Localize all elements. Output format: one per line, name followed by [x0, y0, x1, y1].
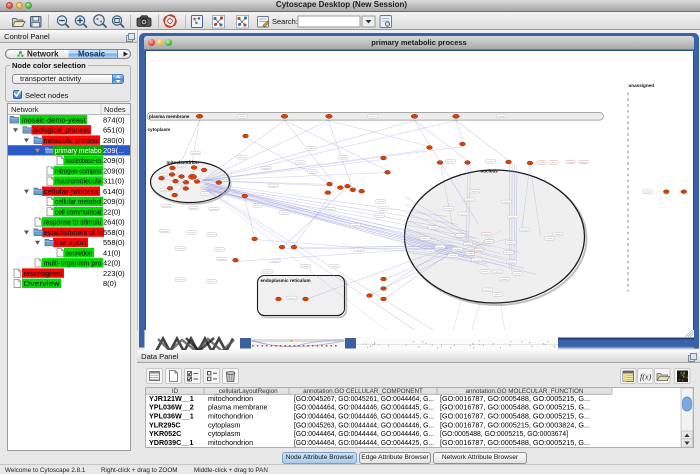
svg-text:209(...: 209(... — [103, 146, 124, 155]
svg-text:8(0): 8(0) — [103, 279, 117, 288]
svg-text:macromolecule: macromolecule — [55, 176, 102, 185]
svg-text:614(0): 614(0) — [103, 186, 125, 195]
svg-text:[GO:0044464, GO:0044446, GO:00: [GO:0044464, GO:0044446, GO:0044445, G..… — [294, 403, 434, 412]
svg-text:unassigned: unassigned — [628, 83, 654, 88]
svg-text:[GO:0045263, GO:0044444, GO:00: [GO:0045263, GO:0044444, GO:0044446, G..… — [294, 420, 434, 429]
svg-text:primary metabo: primary metabo — [55, 146, 102, 155]
svg-text:cellular process: cellular process — [44, 186, 99, 195]
svg-text:[GO:0005488, GO:0005215, GO:00: [GO:0005488, GO:0005215, GO:0003674] — [440, 429, 568, 438]
svg-text:plasma membrane: plasma membrane — [149, 113, 190, 118]
svg-text:[GO:0044464, GO:0044446, GO:00: [GO:0044464, GO:0044446, GO:0044445, G..… — [294, 412, 434, 421]
svg-text:[GO:0016787, GO:0005488, GO:00: [GO:0016787, GO:0005488, GO:0005215, G..… — [440, 394, 590, 403]
svg-text:mitochondrion: mitochondrion — [208, 412, 253, 421]
svg-text:651(0): 651(0) — [103, 125, 125, 134]
svg-text:42(0): 42(0) — [103, 258, 121, 267]
svg-text:unassigned: unassigned — [24, 268, 63, 277]
svg-text:[GO:0016787, GO:0005488, GO:00: [GO:0016787, GO:0005488, GO:0005215, G..… — [440, 438, 590, 447]
svg-text:Network: Network — [27, 49, 59, 58]
svg-text:[GO:0016787, GO:0005215, GO:00: [GO:0016787, GO:0005215, GO:0003824, G..… — [440, 420, 590, 429]
svg-text:209(0): 209(0) — [103, 166, 125, 175]
svg-text:plasma membrane: plasma membrane — [208, 403, 268, 412]
svg-text:[GO:0016787, GO:0005488, GO:00: [GO:0016787, GO:0005488, GO:0005215, G..… — [440, 403, 590, 412]
svg-text:558(0): 558(0) — [103, 238, 125, 247]
svg-text:cell communicat: cell communicat — [55, 207, 102, 216]
svg-text:cytoplasm: cytoplasm — [147, 127, 170, 132]
svg-text:[GO:0044464, GO:0044444, GO:00: [GO:0044464, GO:0044444, GO:0044425, G..… — [294, 438, 434, 447]
svg-text:264(0): 264(0) — [103, 217, 125, 226]
svg-text:nucleobase-co: nucleobase-co — [66, 156, 102, 165]
svg-text:cellular metabol: cellular metabol — [55, 197, 102, 206]
svg-text:biological_process: biological_process — [33, 125, 90, 134]
svg-text:mitochondrion: mitochondrion — [208, 394, 253, 403]
svg-text:[GO:0016787, GO:0005488, GO:00: [GO:0016787, GO:0005488, GO:0005215, G..… — [440, 412, 590, 421]
svg-text:41(0): 41(0) — [103, 248, 121, 257]
svg-text:cytoplasm: cytoplasm — [208, 429, 240, 438]
svg-text:Overview: Overview — [24, 279, 61, 288]
svg-text:558(0): 558(0) — [103, 227, 125, 236]
svg-text:establishment of lo: establishment of lo — [44, 227, 103, 236]
svg-text:cytoplasm: cytoplasm — [208, 420, 240, 429]
svg-text:YPL036W__2: YPL036W__2 — [149, 403, 194, 412]
svg-text:223(0): 223(0) — [103, 268, 125, 277]
svg-text:response to stimulu: response to stimulu — [44, 217, 102, 226]
svg-text:YJR121W__1: YJR121W__1 — [149, 394, 194, 403]
svg-text:Search:: Search: — [272, 17, 298, 26]
svg-text:secretion: secretion — [66, 248, 93, 257]
svg-text:209(0): 209(0) — [103, 156, 125, 165]
svg-text:311(0): 311(0) — [103, 176, 125, 185]
svg-text:YLR295C: YLR295C — [149, 420, 181, 429]
svg-text:mosaic-demo-yeast: mosaic-demo-yeast — [22, 115, 87, 124]
svg-text:Network: Network — [11, 105, 39, 114]
svg-text:transport: transport — [55, 238, 88, 247]
svg-text:metabolic process: metabolic process — [44, 135, 99, 144]
svg-text:[GO:0044464, GO:0044444, GO:00: [GO:0044464, GO:0044444, GO:0044446, G..… — [294, 429, 434, 438]
svg-text:209(0): 209(0) — [103, 197, 125, 206]
svg-text:mitochondrion: mitochondrion — [208, 438, 253, 447]
svg-text:YDR039C__1: YDR039C__1 — [149, 438, 193, 447]
svg-text:multi-organism pro: multi-organism pro — [44, 258, 102, 267]
svg-text:Mosaic: Mosaic — [78, 49, 106, 58]
svg-text:Nodes: Nodes — [104, 105, 126, 114]
svg-text:280(0): 280(0) — [103, 135, 125, 144]
svg-text:nitrogen compou: nitrogen compou — [55, 166, 102, 175]
svg-text:endoplasmic reticulum: endoplasmic reticulum — [260, 278, 310, 283]
svg-text:f(x): f(x) — [640, 373, 651, 382]
svg-text:YPL036W__1: YPL036W__1 — [149, 412, 194, 421]
svg-text:22(0): 22(0) — [103, 207, 121, 216]
svg-text:nucleus: nucleus — [480, 168, 498, 173]
svg-text:[GO:0045267, GO:0045261, GO:00: [GO:0045267, GO:0045261, GO:0044464, G..… — [294, 394, 434, 403]
svg-text:YKR052C: YKR052C — [149, 429, 181, 438]
svg-text:874(0): 874(0) — [103, 115, 125, 124]
